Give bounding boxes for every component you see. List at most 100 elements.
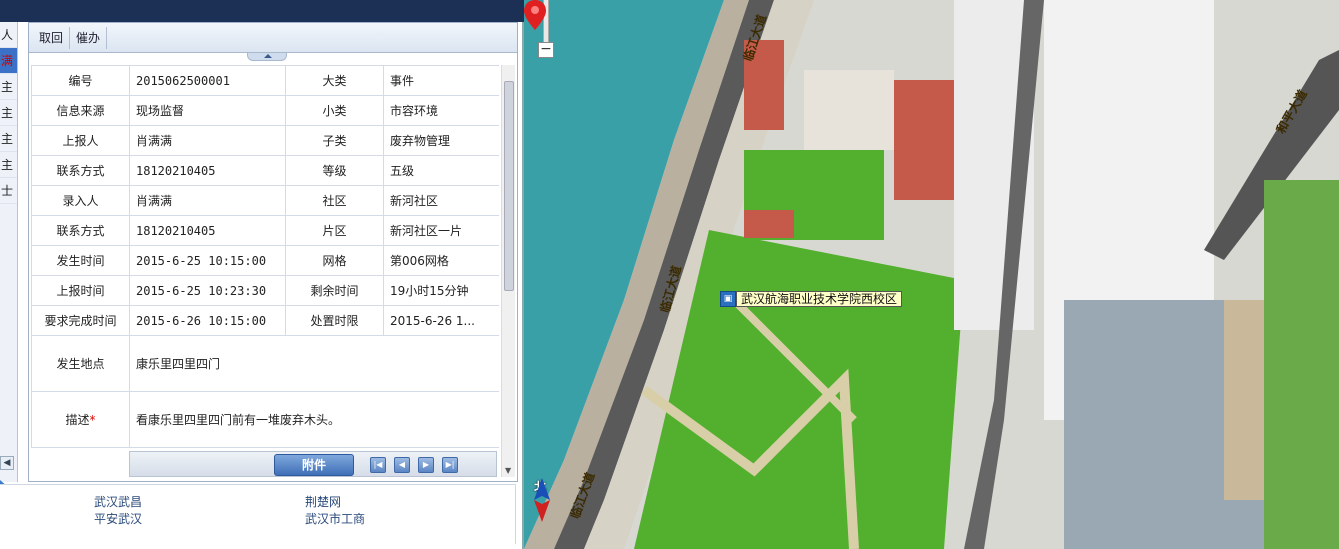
first-page-icon[interactable]: |◀ (370, 457, 386, 473)
field-label: 剩余时间 (285, 275, 384, 306)
field-value: 新河社区一片 (383, 215, 499, 246)
field-value: 18120210405 (129, 155, 286, 186)
field-label: 录入人 (31, 185, 130, 216)
field-value: 2015-6-25 10:23:30 (129, 275, 286, 306)
link-safe-wuhan[interactable]: 平安武汉 (94, 510, 142, 527)
map-view[interactable]: − 临江大道 临江大道 临江大道 和平大道 ▣ 武汉航海职业技术学院西校区 北 (524, 0, 1339, 549)
poi-marker[interactable]: ▣ 武汉航海职业技术学院西校区 (720, 290, 903, 308)
field-value: 2015-6-26 10:15:00 (129, 305, 286, 336)
poi-icon: ▣ (720, 291, 736, 307)
chevron-up-icon (264, 54, 272, 58)
field-value: 19小时15分钟 (383, 275, 499, 306)
prev-page-icon[interactable]: ◀ (394, 457, 410, 473)
map-canvas[interactable] (524, 0, 1339, 549)
field-value: 现场监督 (129, 95, 286, 126)
location-value: 康乐里四里四门 (129, 335, 499, 392)
form-row-location: 发生地点 康乐里四里四门 (31, 335, 499, 392)
field-value: 事件 (383, 65, 499, 96)
field-value: 新河社区 (383, 185, 499, 216)
app-header-bar (0, 0, 524, 22)
east-path (1224, 300, 1264, 500)
building-block (804, 70, 894, 150)
location-label: 发生地点 (31, 335, 130, 392)
field-label: 等级 (285, 155, 384, 186)
field-label: 信息来源 (31, 95, 130, 126)
form-row: 上报人 肖满满 子类 废弃物管理 (31, 125, 499, 156)
description-label: 描述* (31, 391, 130, 448)
retrieve-button[interactable]: 取回 (33, 26, 71, 49)
pin-shape (524, 0, 546, 30)
list-item[interactable]: 主 (0, 74, 17, 100)
link-jingchu[interactable]: 荆楚网 (305, 493, 341, 510)
location-pin-icon[interactable] (524, 0, 546, 30)
link-wuhan-commerce[interactable]: 武汉市工商 (305, 510, 365, 527)
field-value: 废弃物管理 (383, 125, 499, 156)
needle-south (534, 500, 550, 522)
list-item[interactable]: 主 (0, 152, 17, 178)
vertical-scrollbar[interactable]: ▼ (501, 65, 515, 477)
field-label: 联系方式 (31, 215, 130, 246)
form-row: 联系方式 18120210405 等级 五级 (31, 155, 499, 186)
case-form: 编号 2015062500001 大类 事件 信息来源 现场监督 小类 市容环境 上报人 肖满满子… (31, 65, 499, 450)
form-row: 信息来源 现场监督 小类 市容环境 (31, 95, 499, 126)
field-label: 子类 (285, 125, 384, 156)
list-item[interactable]: 士 (0, 178, 17, 204)
field-label: 处置时限 (285, 305, 384, 336)
scrollbar-thumb[interactable] (504, 81, 514, 291)
field-value: 2015-6-25 10:15:00 (129, 245, 286, 276)
field-value: 第006网格 (383, 245, 499, 276)
list-item[interactable]: 主 (0, 100, 17, 126)
field-label: 大类 (285, 65, 384, 96)
task-list-stub: 人 满 主 主 主 主 士 ◀ (0, 22, 18, 494)
field-label: 片区 (285, 215, 384, 246)
field-label: 联系方式 (31, 155, 130, 186)
list-item[interactable]: 主 (0, 126, 17, 152)
description-value: 看康乐里四里四门前有一堆废弃木头。 (129, 391, 499, 448)
field-label: 社区 (285, 185, 384, 216)
field-label: 网格 (285, 245, 384, 276)
scroll-left-icon[interactable]: ◀ (0, 456, 14, 470)
field-label: 编号 (31, 65, 130, 96)
form-row: 上报时间 2015-6-25 10:23:30 剩余时间 19小时15分钟 (31, 275, 499, 306)
field-value: 2015062500001 (129, 65, 286, 96)
form-row: 发生时间 2015-6-25 10:15:00 网格 第006网格 (31, 245, 499, 276)
form-row: 录入人 肖满满 社区 新河社区 (31, 185, 499, 216)
form-row-description: 描述* 看康乐里四里四门前有一堆废弃木头。 (31, 391, 499, 448)
field-label: 上报人 (31, 125, 130, 156)
field-value: 市容环境 (383, 95, 499, 126)
needle-north (534, 478, 550, 500)
field-label: 要求完成时间 (31, 305, 130, 336)
compass-needle-icon (534, 478, 550, 522)
scroll-down-icon[interactable]: ▼ (505, 466, 511, 475)
case-detail-panel: 取回 催办 编号 2015062500001 大类 事件 信息来源 现场监督 小类 市容环境上… (28, 22, 518, 482)
toolbar: 取回 催办 (29, 23, 517, 53)
field-value: 肖满满 (129, 125, 286, 156)
field-label: 小类 (285, 95, 384, 126)
poi-label: 武汉航海职业技术学院西校区 (736, 291, 903, 307)
urge-button[interactable]: 催办 (70, 26, 108, 49)
red-roof-buildings (894, 80, 954, 200)
list-item[interactable]: 人 (0, 22, 17, 48)
footer-links: 武汉武昌 平安武汉 荆楚网 武汉市工商 (0, 484, 516, 544)
field-value: 18120210405 (129, 215, 286, 246)
next-page-icon[interactable]: ▶ (418, 457, 434, 473)
form-row: 编号 2015062500001 大类 事件 (31, 65, 499, 96)
collapse-toggle[interactable] (247, 53, 287, 61)
red-roof-building (744, 210, 794, 238)
zoom-out-button[interactable]: − (538, 42, 554, 58)
pin-dot (531, 6, 539, 14)
attachment-bar: 附件 |◀ ◀ ▶ ▶| (129, 451, 497, 477)
field-value: 2015-6-26 1... (383, 305, 499, 336)
field-value: 肖满满 (129, 185, 286, 216)
field-value: 五级 (383, 155, 499, 186)
form-row: 要求完成时间 2015-6-26 10:15:00 处置时限 2015-6-26 1.… (31, 305, 499, 336)
link-wuhan-wuchang[interactable]: 武汉武昌 (94, 493, 142, 510)
last-page-icon[interactable]: ▶| (442, 457, 458, 473)
required-marker: * (89, 413, 96, 427)
list-item-selected[interactable]: 满 (0, 48, 17, 74)
left-panel: 人 满 主 主 主 主 士 ◀ 取回 催办 编号 2015062500001 大类事… (0, 0, 524, 549)
attachment-button[interactable]: 附件 (274, 454, 354, 476)
compass: 北 (530, 478, 564, 542)
form-row: 联系方式 18120210405 片区 新河社区一片 (31, 215, 499, 246)
case-form-table: 编号 2015062500001 大类 事件 信息来源 现场监督 小类 市容环境 上报人 肖满满子… (31, 65, 499, 448)
